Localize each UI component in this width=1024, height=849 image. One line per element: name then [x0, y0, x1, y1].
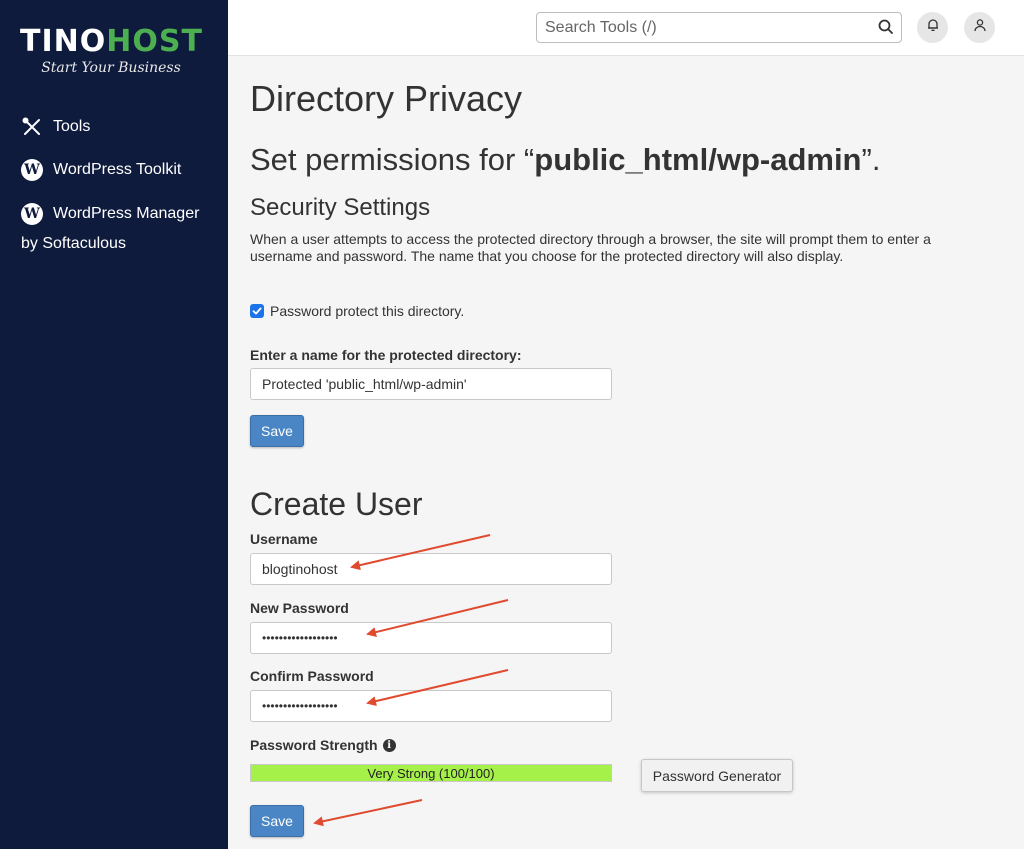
search-icon[interactable] [877, 18, 895, 41]
permissions-suffix: ”. [861, 142, 881, 177]
user-icon [973, 18, 987, 37]
directory-name-value: Protected 'public_html/wp-admin' [262, 376, 467, 392]
notifications-button[interactable] [917, 12, 948, 43]
arrow-save-button [313, 799, 423, 827]
security-settings-heading: Security Settings [250, 194, 431, 221]
sidebar-item-sublabel[interactable]: by Softaculous [21, 235, 126, 253]
password-generator-button[interactable]: Password Generator [641, 759, 793, 792]
sidebar-item-tools[interactable]: Tools [21, 116, 90, 138]
password-strength-text: Password Strength [250, 737, 378, 753]
bell-icon [926, 18, 940, 37]
username-input[interactable]: blogtinohost [250, 553, 612, 585]
username-value: blogtinohost [262, 561, 338, 577]
tools-icon [21, 116, 43, 138]
directory-name-label: Enter a name for the protected directory… [250, 347, 522, 363]
sidebar-item-label: WordPress Manager [53, 205, 200, 222]
new-password-input[interactable]: •••••••••••••••••• [250, 622, 612, 654]
confirm-password-label: Confirm Password [250, 668, 374, 684]
confirm-password-input[interactable]: •••••••••••••••••• [250, 690, 612, 722]
protect-directory-row: Password protect this directory. [250, 303, 464, 319]
username-label: Username [250, 531, 318, 547]
protect-directory-label[interactable]: Password protect this directory. [270, 303, 464, 319]
permissions-path: public_html/wp-admin [534, 142, 862, 177]
save-directory-button[interactable]: Save [250, 415, 304, 447]
confirm-password-value: •••••••••••••••••• [262, 699, 338, 713]
new-password-value: •••••••••••••••••• [262, 631, 338, 645]
password-strength-value: Very Strong (100/100) [367, 765, 495, 781]
directory-name-input[interactable]: Protected 'public_html/wp-admin' [250, 368, 612, 400]
permissions-prefix: Set permissions for “ [250, 142, 535, 177]
info-icon[interactable]: i [382, 738, 396, 752]
page-title: Directory Privacy [250, 78, 523, 119]
sidebar-item-wordpress-manager[interactable]: W WordPress Manager [21, 203, 199, 225]
wordpress-icon: W [21, 203, 43, 225]
save-user-button[interactable]: Save [250, 805, 304, 837]
password-strength-meter: Very Strong (100/100) [250, 764, 612, 782]
new-password-label: New Password [250, 600, 349, 616]
logo-part-2: HOST [106, 24, 203, 59]
logo-wordmark: TINOHOST [20, 24, 210, 60]
search-input[interactable] [537, 13, 857, 42]
sidebar: TINOHOST Start Your Business Tools W Wor… [0, 0, 228, 849]
brand-logo[interactable]: TINOHOST Start Your Business [20, 24, 210, 76]
topbar [228, 0, 1024, 56]
password-strength-label: Password Strength i [250, 737, 396, 753]
sidebar-item-label: Tools [53, 118, 91, 135]
protect-directory-checkbox[interactable] [250, 304, 264, 318]
search-box[interactable] [536, 12, 902, 43]
logo-tagline: Start Your Business [41, 60, 181, 76]
create-user-heading: Create User [250, 486, 423, 522]
security-description: When a user attempts to access the prote… [250, 231, 931, 264]
user-menu-button[interactable] [964, 12, 995, 43]
sidebar-item-wordpress-toolkit[interactable]: W WordPress Toolkit [21, 159, 181, 181]
sidebar-item-label: WordPress Toolkit [53, 161, 182, 178]
logo-part-1: TINO [20, 24, 107, 59]
wordpress-icon: W [21, 159, 43, 181]
permissions-heading: Set permissions for “public_html/wp-admi… [250, 142, 880, 178]
